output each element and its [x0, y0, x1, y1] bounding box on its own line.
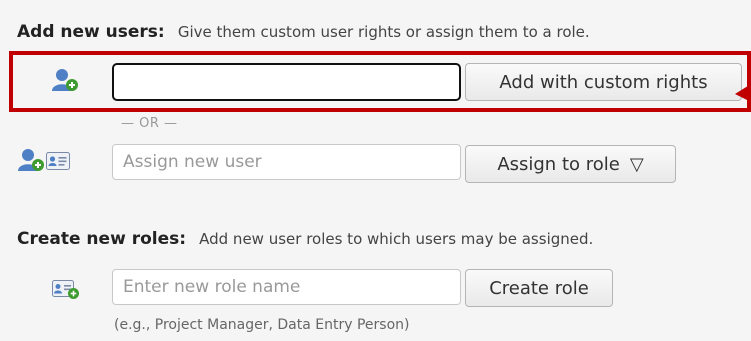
- chevron-down-icon: ▽: [629, 153, 644, 175]
- create-roles-heading: Create new roles:: [17, 229, 187, 249]
- assign-user-input[interactable]: [112, 144, 461, 180]
- role-name-hint: (e.g., Project Manager, Data Entry Perso…: [114, 317, 410, 333]
- id-card-icon: [46, 152, 70, 170]
- id-card-add-icon: [52, 280, 80, 300]
- add-users-description: Give them custom user rights or assign t…: [177, 23, 590, 41]
- user-add-icon: [18, 148, 44, 172]
- assign-to-role-label: Assign to role: [497, 153, 620, 175]
- create-role-label: Create role: [489, 277, 589, 299]
- create-role-button[interactable]: Create role: [465, 269, 613, 307]
- add-users-heading-row: Add new users: Give them custom user rig…: [17, 22, 590, 42]
- add-users-heading: Add new users:: [17, 22, 165, 42]
- or-separator: — OR —: [121, 116, 178, 131]
- assign-to-role-button[interactable]: Assign to role ▽: [465, 145, 676, 183]
- highlight-annotation-box: [9, 51, 751, 112]
- create-roles-heading-row: Create new roles: Add new user roles to …: [17, 229, 593, 249]
- create-roles-description: Add new user roles to which users may be…: [199, 230, 594, 248]
- new-role-name-input[interactable]: [112, 269, 461, 305]
- annotation-arrow-icon: [731, 80, 751, 108]
